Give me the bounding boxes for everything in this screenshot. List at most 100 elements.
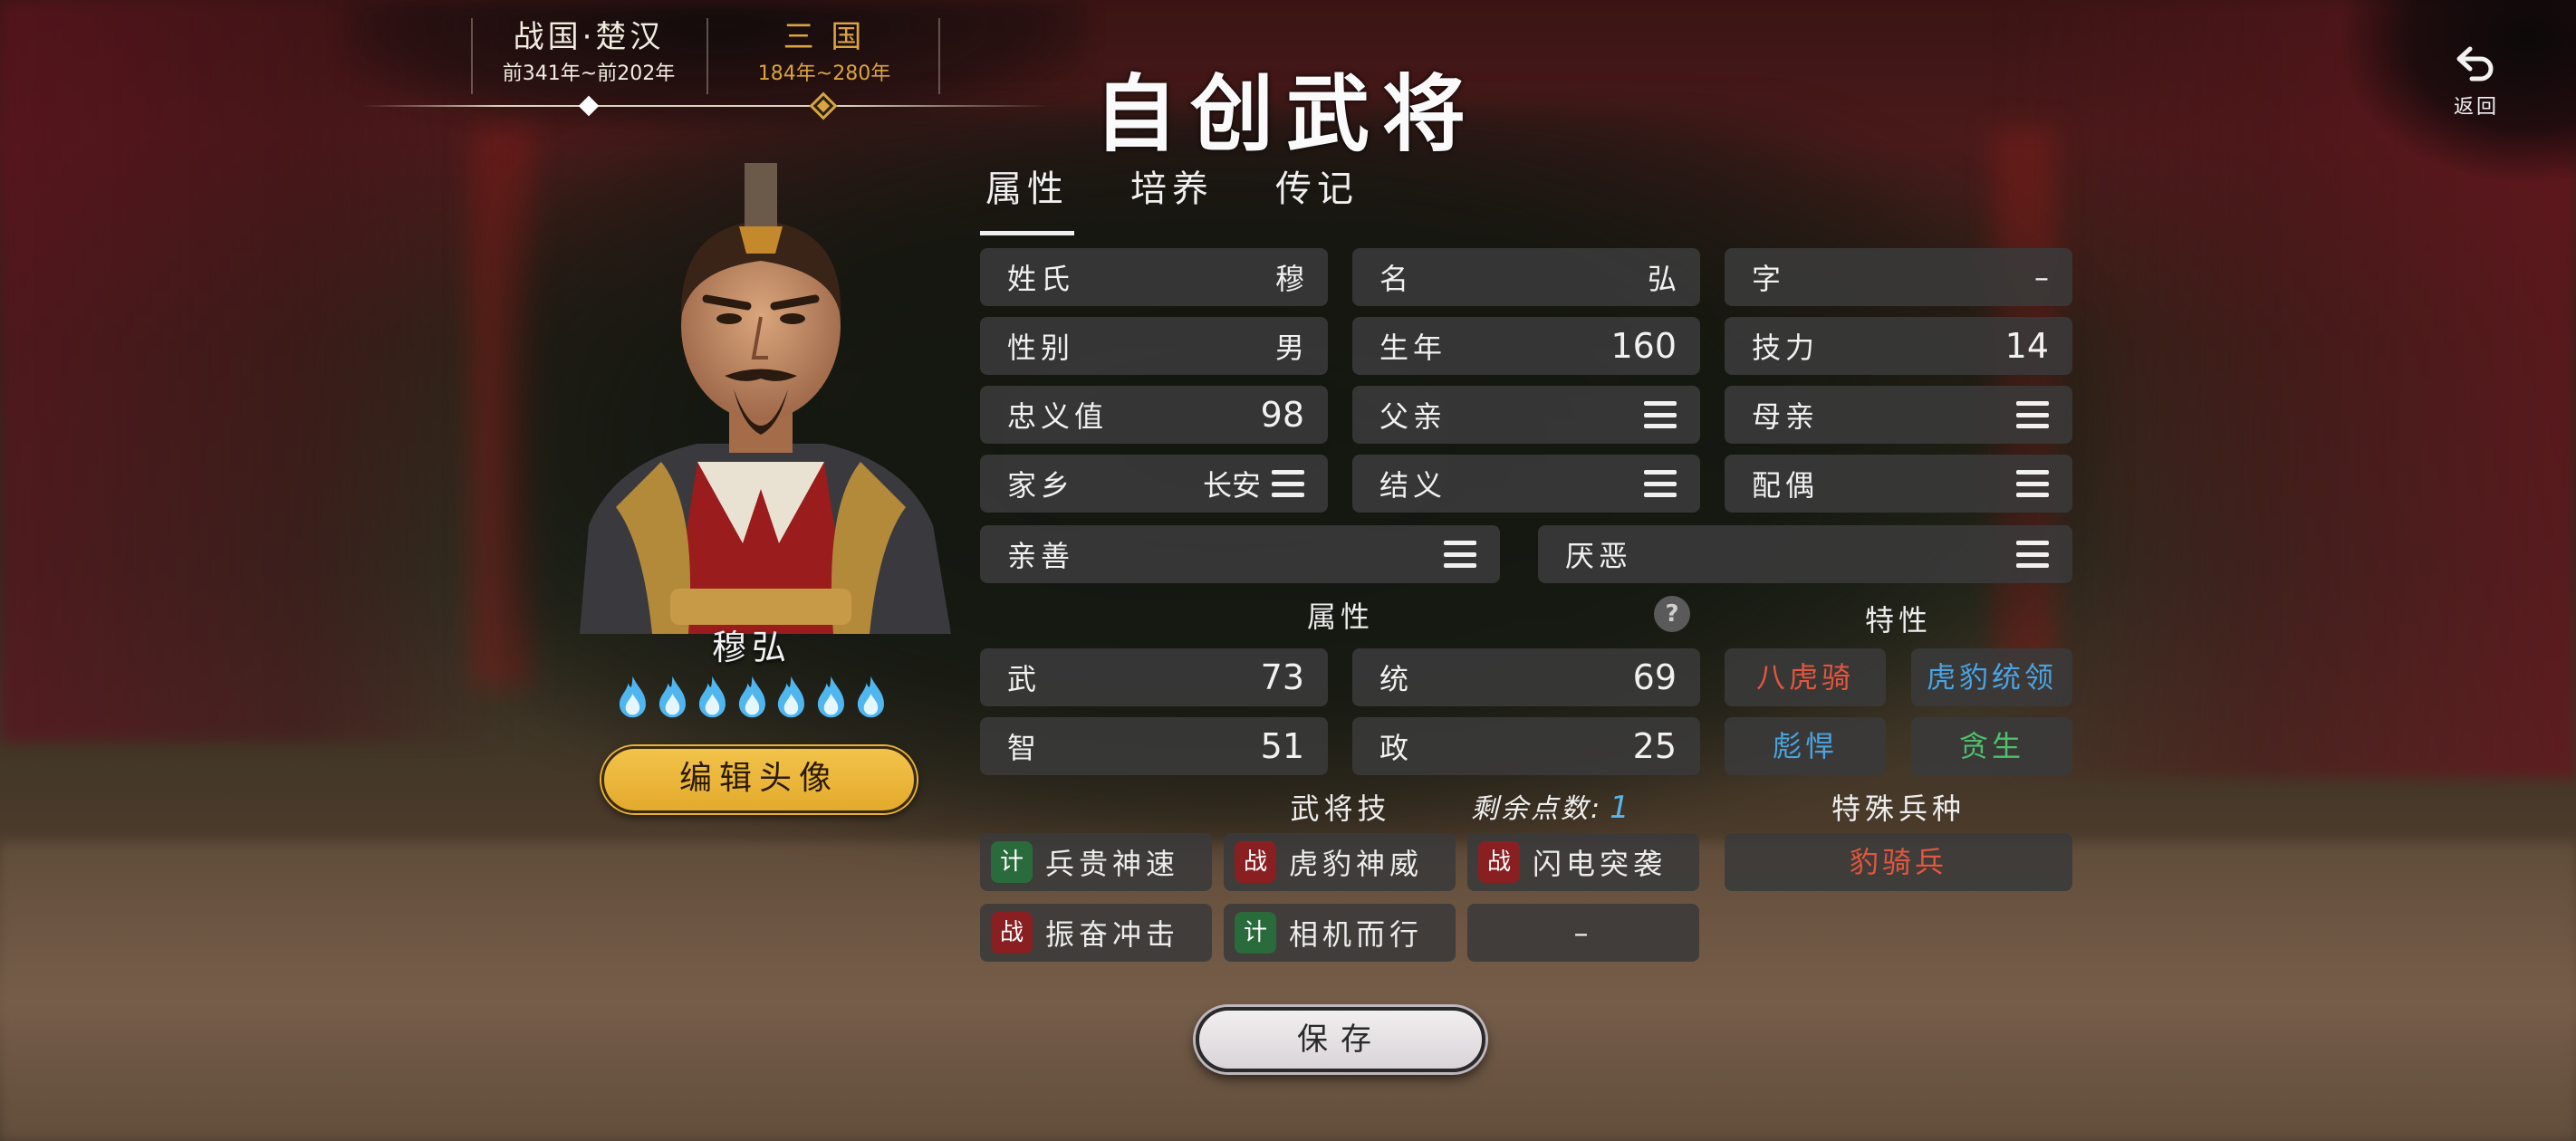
special-troop-slot[interactable]: 豹骑兵 [1725,833,2072,891]
field-label: 技力 [1752,331,1820,365]
back-label: 返回 [2453,96,2499,119]
era-marker[interactable] [578,95,600,117]
menu-icon[interactable] [1444,541,1476,568]
field-value: 98 [1260,395,1304,435]
attr-intelligence[interactable]: 智 51 [980,717,1328,775]
trait-item[interactable]: 八虎骑 [1725,648,1886,706]
field-value: 160 [1610,326,1677,366]
attr-value: 51 [1260,726,1304,766]
era-selector: 战国·楚汉 前341年~前202年 三 国 184年~280年 [362,14,1051,123]
flame-icon [698,676,726,718]
field-value: 14 [2004,326,2049,366]
field-value: 弘 [1647,262,1677,296]
skill-slot[interactable]: 战 虎豹神威 [1224,833,1456,891]
skill-power-field[interactable]: 技力 14 [1725,317,2072,375]
field-label: 配偶 [1752,468,1820,503]
flame-icon [738,676,765,718]
trait-item[interactable]: 彪悍 [1725,717,1886,775]
flame-icon [818,676,845,718]
field-label: 性别 [1007,331,1075,365]
field-label: 家乡 [1007,468,1075,503]
field-value: – [2034,260,2049,294]
field-value: 穆 [1274,262,1304,296]
menu-icon[interactable] [2016,401,2049,428]
given-name-field[interactable]: 名 弘 [1352,248,1700,306]
traits-heading: 特性 [1864,603,1932,638]
field-label: 忠义值 [1007,399,1109,434]
rank-flames [616,674,888,724]
help-icon[interactable]: ? [1654,596,1690,632]
field-value: 长安 [1202,468,1261,503]
skill-slot[interactable]: 战 闪电突袭 [1467,833,1699,891]
skill-slot[interactable]: 计 相机而行 [1224,904,1456,962]
skill-name: 兵贵神速 [1045,847,1180,881]
sworn-siblings-field[interactable]: 结义 [1352,455,1700,513]
attr-value: 25 [1632,726,1677,766]
attr-label: 智 [1007,731,1042,765]
skill-type-badge: 战 [1478,841,1520,883]
field-label: 父亲 [1379,399,1447,434]
tab-attributes[interactable]: 属性 [980,163,1074,235]
remaining-points: 剩余点数: 1 [1471,786,1632,826]
flame-icon [658,676,686,718]
field-label: 母亲 [1752,399,1820,434]
era-three-kingdoms[interactable]: 三 国 184年~280年 [706,14,942,89]
courtesy-name-field[interactable]: 字 – [1725,248,2072,306]
character-portrait [562,163,960,634]
menu-icon[interactable] [1644,401,1677,428]
era-marker-selected[interactable] [809,91,838,120]
attributes-heading: 属性 [1306,599,1374,634]
trait-item[interactable]: 贪生 [1911,717,2072,775]
flame-icon [619,676,646,718]
edit-avatar-button[interactable]: 编辑头像 [601,746,917,813]
birth-year-field[interactable]: 生年 160 [1352,317,1700,375]
save-button[interactable]: 保存 [1196,1007,1485,1072]
skill-type-badge: 计 [991,841,1033,883]
surname-field[interactable]: 姓氏 穆 [980,248,1328,306]
skill-name: – [1573,916,1593,950]
loyalty-field[interactable]: 忠义值 98 [980,386,1328,444]
skill-name: 相机而行 [1289,917,1424,952]
flame-icon [778,676,805,718]
flame-icon [858,676,885,718]
mother-field[interactable]: 母亲 [1725,386,2072,444]
trait-item[interactable]: 虎豹统领 [1911,648,2072,706]
era-name: 三 国 [783,19,866,55]
attr-leadership[interactable]: 统 69 [1352,648,1700,706]
era-years: 184年~280年 [757,62,891,85]
pillar-left [471,127,534,688]
menu-icon[interactable] [1644,470,1677,497]
gender-field[interactable]: 性别 男 [980,317,1328,375]
favor-field[interactable]: 亲善 [980,525,1500,583]
menu-icon[interactable] [2016,541,2049,568]
skill-type-badge: 战 [1235,841,1276,883]
menu-icon[interactable] [2016,470,2049,497]
skill-slot[interactable]: 计 兵贵神速 [980,833,1212,891]
tab-training[interactable]: 培养 [1125,163,1219,226]
field-label: 姓氏 [1007,262,1075,296]
skill-slot[interactable]: 战 振奋冲击 [980,904,1212,962]
tab-biography[interactable]: 传记 [1270,163,1364,226]
skill-type-badge: 计 [1235,912,1276,954]
dislike-field[interactable]: 厌恶 [1538,525,2072,583]
father-field[interactable]: 父亲 [1352,386,1700,444]
spouse-field[interactable]: 配偶 [1725,455,2072,513]
menu-icon[interactable] [1272,470,1304,497]
remaining-points-value: 1 [1610,790,1632,826]
attr-value: 73 [1260,657,1304,697]
attr-martial[interactable]: 武 73 [980,648,1328,706]
skill-type-badge: 战 [991,912,1033,954]
era-warring-states[interactable]: 战国·楚汉 前341年~前202年 [471,14,706,89]
back-button[interactable]: 返回 [2437,42,2516,120]
field-label: 生年 [1379,331,1447,365]
skill-name: 振奋冲击 [1045,917,1180,952]
field-value: 男 [1274,331,1304,365]
page-title: 自创武将 [1093,65,1478,163]
special-troop-heading: 特殊兵种 [1831,791,1966,826]
attr-label: 政 [1379,731,1414,765]
field-label: 结义 [1379,468,1447,503]
attr-politics[interactable]: 政 25 [1352,717,1700,775]
field-label: 厌恶 [1565,539,1633,573]
skill-slot-empty[interactable]: – [1467,904,1699,962]
hometown-field[interactable]: 家乡 长安 [980,455,1328,513]
